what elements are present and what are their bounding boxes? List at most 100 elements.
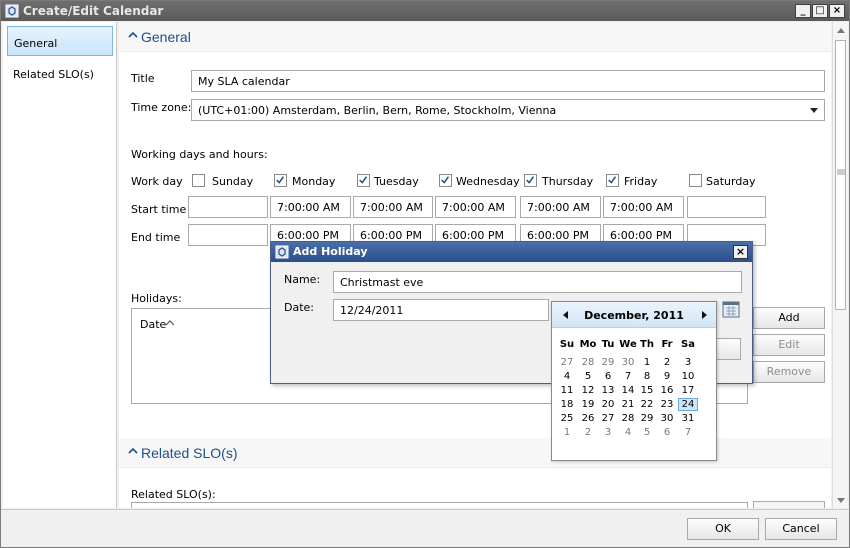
weekday-header: Fr (661, 339, 673, 350)
calendar-day[interactable]: 28 (578, 356, 598, 369)
ok-button[interactable]: OK (687, 518, 759, 540)
calendar-day[interactable]: 3 (598, 426, 618, 439)
add-holiday-title: Add Holiday (293, 245, 368, 258)
calendar-day[interactable]: 1 (557, 426, 577, 439)
calendar-day[interactable]: 22 (637, 398, 657, 411)
calendar-day[interactable]: 21 (618, 398, 638, 411)
dialog-close-button[interactable]: × (733, 245, 748, 259)
friday-checkbox[interactable] (606, 174, 619, 187)
sidebar-item-related-slos[interactable]: Related SLO(s) (7, 60, 113, 90)
calendar-day[interactable]: 15 (637, 384, 657, 397)
calendar-day[interactable]: 20 (598, 398, 618, 411)
holiday-date-label: Date: (284, 301, 314, 314)
calendar-day-selected[interactable]: 24 (678, 398, 698, 411)
holiday-name-field[interactable]: Christmast eve (333, 271, 742, 293)
calendar-day[interactable]: 31 (678, 412, 698, 425)
tuesday-start-field[interactable]: 7:00:00 AM (353, 196, 433, 218)
related-section-header[interactable]: Related SLO(s) (119, 438, 831, 468)
calendar-day[interactable]: 5 (578, 370, 598, 383)
calendar-day[interactable]: 2 (578, 426, 598, 439)
calendar-day[interactable]: 25 (557, 412, 577, 425)
sunday-start-field[interactable] (188, 196, 268, 218)
calendar-day[interactable]: 30 (657, 412, 677, 425)
scroll-down-icon[interactable] (837, 498, 845, 503)
calendar-day[interactable]: 9 (657, 370, 677, 383)
calendar-day[interactable]: 23 (657, 398, 677, 411)
timezone-label: Time zone: (131, 101, 192, 114)
calendar-day[interactable]: 7 (678, 426, 698, 439)
weekday-header: Tu (601, 339, 615, 350)
title-field[interactable]: My SLA calendar (191, 70, 825, 92)
scroll-thumb[interactable] (835, 40, 846, 310)
calendar-day[interactable]: 26 (578, 412, 598, 425)
saturday-start-field[interactable] (687, 196, 766, 218)
calendar-day[interactable]: 8 (637, 370, 657, 383)
calendar-day[interactable]: 2 (657, 356, 677, 369)
thursday-start-field[interactable]: 7:00:00 AM (520, 196, 601, 218)
holiday-date-field[interactable]: 12/24/2011 (333, 299, 549, 321)
calendar-day[interactable]: 4 (618, 426, 638, 439)
weekday-header: Sa (681, 339, 695, 350)
sidebar-item-label: General (14, 37, 58, 50)
calendar-day[interactable]: 27 (557, 356, 577, 369)
calendar-day[interactable]: 4 (557, 370, 577, 383)
calendar-day[interactable]: 3 (678, 356, 698, 369)
minimize-button[interactable]: _ (795, 4, 811, 18)
sidebar-item-general[interactable]: General (7, 26, 113, 56)
sunday-checkbox[interactable] (192, 174, 205, 187)
monday-checkbox[interactable] (274, 174, 287, 187)
sidebar: General Related SLO(s) (3, 22, 117, 508)
calendar-day[interactable]: 29 (598, 356, 618, 369)
edit-holiday-button[interactable]: Edit (753, 334, 825, 356)
calendar-day[interactable]: 16 (657, 384, 677, 397)
scroll-up-icon[interactable] (837, 28, 845, 33)
friday-label: Friday (624, 175, 658, 188)
saturday-checkbox[interactable] (689, 174, 702, 187)
calendar-day[interactable]: 27 (598, 412, 618, 425)
timezone-value: (UTC+01:00) Amsterdam, Berlin, Bern, Rom… (198, 104, 557, 117)
related-slos-button[interactable] (753, 501, 825, 508)
calendar-day[interactable]: 6 (657, 426, 677, 439)
calendar-day[interactable]: 17 (678, 384, 698, 397)
related-slos-list[interactable] (131, 502, 748, 508)
calendar-day[interactable]: 11 (557, 384, 577, 397)
calendar-icon[interactable] (722, 300, 740, 318)
tuesday-checkbox[interactable] (357, 174, 370, 187)
calendar-day[interactable]: 12 (578, 384, 598, 397)
calendar-day[interactable]: 10 (678, 370, 698, 383)
next-month-icon[interactable] (702, 311, 707, 319)
calendar-day[interactable]: 29 (637, 412, 657, 425)
calendar-day[interactable]: 18 (557, 398, 577, 411)
calendar-day[interactable]: 6 (598, 370, 618, 383)
calendar-day[interactable]: 13 (598, 384, 618, 397)
monday-start-field[interactable]: 7:00:00 AM (270, 196, 351, 218)
close-button[interactable]: × (829, 4, 845, 18)
calendar-day[interactable]: 28 (618, 412, 638, 425)
holidays-col-date[interactable]: Date (140, 318, 166, 331)
calendar-day[interactable]: 1 (637, 356, 657, 369)
calendar-month-label[interactable]: December, 2011 (552, 309, 716, 322)
end-time-label: End time (131, 231, 181, 244)
wednesday-checkbox[interactable] (439, 174, 452, 187)
sunday-end-field[interactable] (188, 224, 268, 246)
window-titlebar[interactable]: Create/Edit Calendar _ □ × (1, 1, 849, 21)
sunday-label: Sunday (212, 175, 254, 188)
calendar-day[interactable]: 19 (578, 398, 598, 411)
tuesday-label: Tuesday (374, 175, 419, 188)
calendar-day[interactable]: 5 (637, 426, 657, 439)
timezone-dropdown[interactable]: (UTC+01:00) Amsterdam, Berlin, Bern, Rom… (191, 99, 825, 121)
cancel-button[interactable]: Cancel (765, 518, 837, 540)
add-holiday-button[interactable]: Add (753, 307, 825, 329)
remove-holiday-button[interactable]: Remove (753, 361, 825, 383)
maximize-button[interactable]: □ (812, 4, 828, 18)
app-icon (5, 4, 19, 18)
friday-start-field[interactable]: 7:00:00 AM (603, 196, 684, 218)
thursday-checkbox[interactable] (524, 174, 537, 187)
calendar-day[interactable]: 14 (618, 384, 638, 397)
wednesday-start-field[interactable]: 7:00:00 AM (435, 196, 516, 218)
calendar-day[interactable]: 30 (618, 356, 638, 369)
calendar-day[interactable]: 7 (618, 370, 638, 383)
add-holiday-titlebar[interactable]: Add Holiday × (271, 242, 752, 262)
general-section-header[interactable]: General (119, 22, 831, 52)
vertical-scrollbar[interactable] (832, 22, 848, 508)
